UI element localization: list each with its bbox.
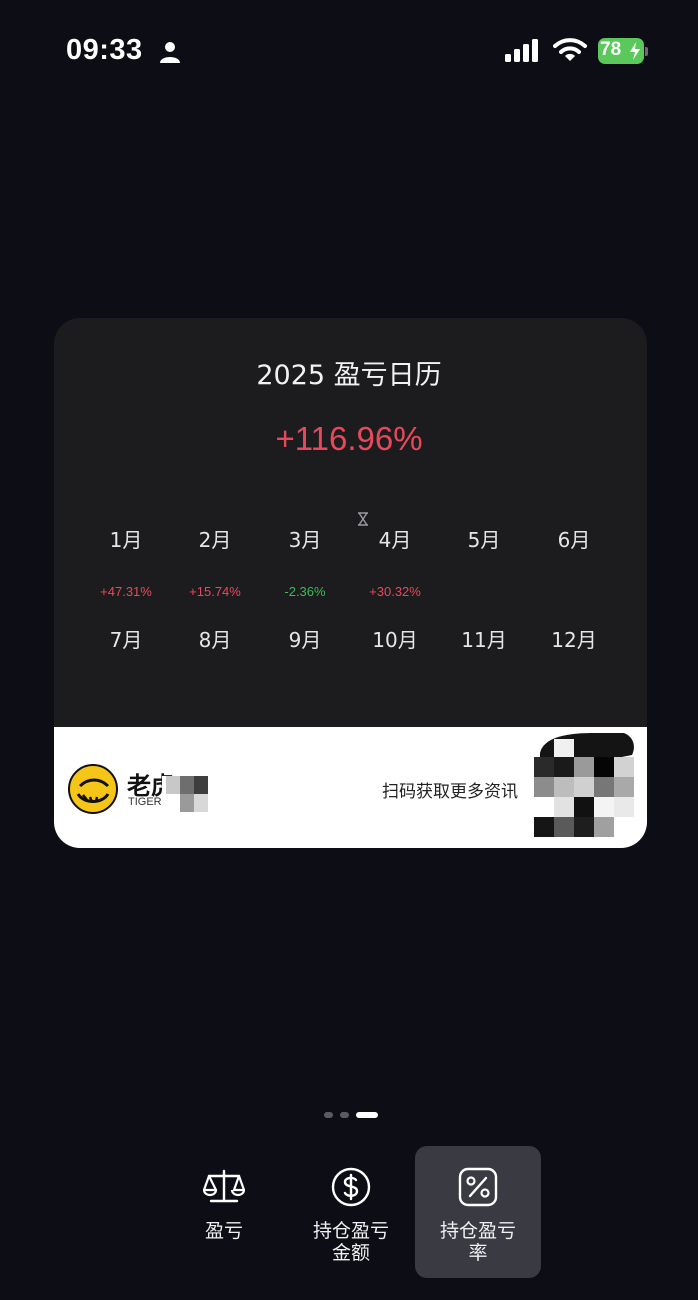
month-label[interactable]: 6月 (529, 524, 619, 553)
battery-charging-icon: 78 (598, 38, 648, 64)
month-return: +15.74% (189, 584, 241, 599)
status-time: 09:33 (66, 34, 143, 66)
screen: 09:33 78 2025 盈亏日历 +116.96% 1月 +47.31% 2… (0, 0, 698, 1300)
month-label[interactable]: 2月 (170, 524, 260, 553)
tab-pnl[interactable]: 盈亏 (162, 1146, 286, 1278)
redacted-mosaic (162, 776, 214, 812)
total-return: +116.96% (275, 420, 423, 457)
balance-scale-icon (203, 1169, 245, 1203)
month-label[interactable]: 11月 (439, 624, 529, 653)
percent-square-icon (458, 1167, 498, 1207)
month-label[interactable]: 12月 (529, 624, 619, 653)
tab-position-pnl-rate-label-1: 持仓盈亏 (439, 1220, 516, 1242)
tab-position-pnl-amount-label-2: 金额 (331, 1242, 370, 1264)
month-return: -2.36% (284, 584, 326, 599)
month-label[interactable]: 9月 (260, 624, 350, 653)
month-label[interactable]: 5月 (439, 524, 529, 553)
page-dot-1[interactable] (324, 1112, 333, 1118)
month-label[interactable]: 8月 (170, 624, 260, 653)
page-dot-3-active[interactable] (356, 1112, 378, 1118)
month-label[interactable]: 7月 (81, 624, 171, 653)
card-title: 2025 盈亏日历 (256, 360, 442, 391)
page-dot-2[interactable] (340, 1112, 349, 1118)
tab-position-pnl-rate-label-2: 率 (468, 1242, 488, 1264)
month-label[interactable]: 3月 (260, 524, 350, 553)
battery-cap (645, 47, 648, 56)
person-icon (160, 42, 180, 63)
charging-bolt-icon (630, 42, 640, 60)
tab-position-pnl-rate[interactable]: 持仓盈亏 率 (415, 1146, 541, 1278)
dollar-circle-icon (331, 1167, 371, 1207)
month-return: +47.31% (100, 584, 152, 599)
tiger-logo-icon (68, 764, 118, 814)
page-indicator[interactable] (324, 1112, 380, 1118)
month-label[interactable]: 10月 (350, 624, 440, 653)
wifi-icon (553, 38, 587, 61)
month-label[interactable]: 4月 (350, 524, 440, 553)
battery-level: 78 (600, 39, 622, 60)
signal-icon (505, 39, 538, 62)
scan-qr-text: 扫码获取更多资讯 (382, 782, 518, 802)
status-bar: 09:33 78 (0, 0, 698, 100)
qr-code-mosaic (534, 733, 636, 837)
month-label[interactable]: 1月 (81, 524, 171, 553)
tab-position-pnl-amount[interactable]: 持仓盈亏 金额 (289, 1146, 413, 1278)
tab-position-pnl-amount-label-1: 持仓盈亏 (312, 1220, 389, 1242)
tab-pnl-label: 盈亏 (204, 1220, 243, 1242)
month-return: +30.32% (369, 584, 421, 599)
